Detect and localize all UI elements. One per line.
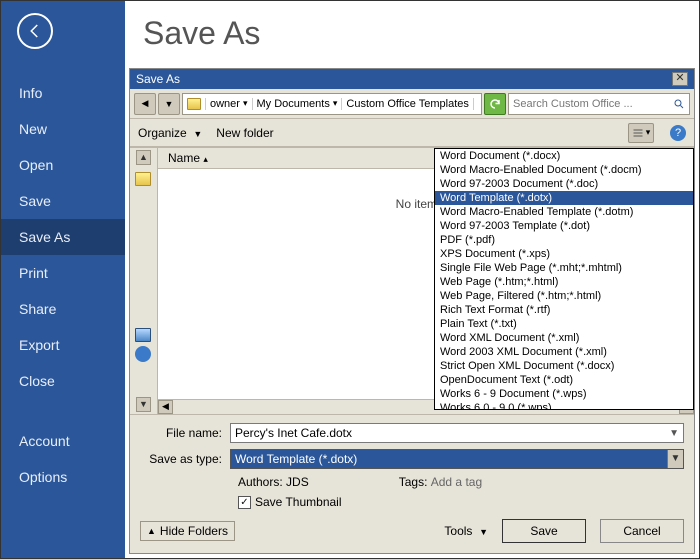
back-button[interactable] <box>17 13 53 49</box>
filetype-option[interactable]: Word Macro-Enabled Template (*.dotm) <box>435 205 693 219</box>
save-thumbnail-checkbox[interactable]: ✓ <box>238 496 251 509</box>
tags-label: Tags: <box>399 475 428 489</box>
search-icon <box>673 98 685 110</box>
folder-icon <box>135 172 151 186</box>
scroll-left-button[interactable]: ◀ <box>158 400 173 414</box>
main-panel: Save As Save As ✕ ◀ ▼ owner ▾ My Documen… <box>125 1 699 558</box>
file-list: Name ▴ No items m Word Document (*.docx)… <box>158 148 694 414</box>
sidebar-item-print[interactable]: Print <box>1 255 125 291</box>
refresh-button[interactable] <box>484 93 506 115</box>
filetype-option[interactable]: Word 2003 XML Document (*.xml) <box>435 345 693 359</box>
arrow-left-icon <box>26 22 44 40</box>
sidebar-item-open[interactable]: Open <box>1 147 125 183</box>
chevron-down-icon[interactable]: ▼ <box>667 450 683 468</box>
toolbar: Organize ▼ New folder ▾ ? <box>130 119 694 147</box>
authors-value[interactable]: JDS <box>286 475 309 489</box>
search-placeholder: Search Custom Office ... <box>513 98 633 110</box>
filetype-dropdown-list[interactable]: Word Document (*.docx)Word Macro-Enabled… <box>434 148 694 410</box>
dialog-form: File name: Percy's Inet Cafe.dotx ▼ Save… <box>130 414 694 553</box>
saveastype-label: Save as type: <box>140 452 230 466</box>
filetype-option[interactable]: Word Document (*.docx) <box>435 149 693 163</box>
filetype-option[interactable]: Strict Open XML Document (*.docx) <box>435 359 693 373</box>
refresh-icon <box>489 98 501 110</box>
filetype-option[interactable]: Works 6.0 - 9.0 (*.wps) <box>435 401 693 410</box>
globe-icon <box>135 346 151 362</box>
backstage-sidebar: Info New Open Save Save As Print Share E… <box>1 1 125 558</box>
chevron-down-icon: ▼ <box>479 527 488 537</box>
filetype-option[interactable]: Word 97-2003 Template (*.dot) <box>435 219 693 233</box>
chevron-down-icon: ▼ <box>193 129 202 139</box>
breadcrumb-bar[interactable]: owner ▾ My Documents ▾ Custom Office Tem… <box>182 93 482 115</box>
filetype-option[interactable]: Word Macro-Enabled Document (*.docm) <box>435 163 693 177</box>
nav-back-button[interactable]: ◀ <box>134 93 156 115</box>
breadcrumb-seg[interactable]: owner ▾ <box>206 98 253 110</box>
file-area: ▲ ▼ Name ▴ No items m Word Document (*.d… <box>130 147 694 414</box>
sidebar-item-new[interactable]: New <box>1 111 125 147</box>
chevron-up-icon: ▲ <box>147 526 156 536</box>
new-folder-button[interactable]: New folder <box>216 126 273 140</box>
filetype-option[interactable]: Word XML Document (*.xml) <box>435 331 693 345</box>
sidebar-item-close[interactable]: Close <box>1 363 125 399</box>
view-icon <box>632 127 644 139</box>
chevron-down-icon[interactable]: ▼ <box>669 428 679 439</box>
nav-recent-button[interactable]: ▼ <box>158 93 180 115</box>
breadcrumb-seg[interactable]: My Documents ▾ <box>253 98 343 110</box>
filetype-option[interactable]: OpenDocument Text (*.odt) <box>435 373 693 387</box>
filetype-option[interactable]: PDF (*.pdf) <box>435 233 693 247</box>
filetype-option[interactable]: Web Page (*.htm;*.html) <box>435 275 693 289</box>
chevron-down-icon: ▼ <box>165 99 174 109</box>
filename-input[interactable]: Percy's Inet Cafe.dotx ▼ <box>230 423 684 443</box>
filetype-option[interactable]: XPS Document (*.xps) <box>435 247 693 261</box>
cancel-button[interactable]: Cancel <box>600 519 684 543</box>
sidebar-item-save-as[interactable]: Save As <box>1 219 125 255</box>
dialog-navbar: ◀ ▼ owner ▾ My Documents ▾ Custom Office… <box>130 89 694 119</box>
authors-label: Authors: <box>238 475 283 489</box>
help-button[interactable]: ? <box>670 125 686 141</box>
filename-label: File name: <box>140 426 230 440</box>
scroll-up-button[interactable]: ▲ <box>136 150 151 165</box>
dialog-titlebar: Save As ✕ <box>130 69 694 89</box>
filetype-option[interactable]: Word 97-2003 Document (*.doc) <box>435 177 693 191</box>
sidebar-item-export[interactable]: Export <box>1 327 125 363</box>
filetype-option[interactable]: Single File Web Page (*.mht;*.mhtml) <box>435 261 693 275</box>
folder-tree[interactable]: ▲ ▼ <box>130 148 158 414</box>
tags-input[interactable]: Add a tag <box>431 475 482 489</box>
sidebar-item-account[interactable]: Account <box>1 423 125 459</box>
dialog-title: Save As <box>136 72 180 86</box>
save-button[interactable]: Save <box>502 519 586 543</box>
view-options-button[interactable]: ▾ <box>628 123 654 143</box>
filetype-option[interactable]: Works 6 - 9 Document (*.wps) <box>435 387 693 401</box>
search-input[interactable]: Search Custom Office ... <box>508 93 690 115</box>
save-thumbnail-label: Save Thumbnail <box>255 495 342 509</box>
save-as-dialog: Save As ✕ ◀ ▼ owner ▾ My Documents ▾ Cus… <box>129 68 695 554</box>
sidebar-item-options[interactable]: Options <box>1 459 125 495</box>
chevron-left-icon: ◀ <box>142 98 149 109</box>
close-button[interactable]: ✕ <box>672 72 688 86</box>
filetype-option[interactable]: Plain Text (*.txt) <box>435 317 693 331</box>
breadcrumb-seg[interactable]: Custom Office Templates <box>342 98 473 110</box>
sidebar-item-share[interactable]: Share <box>1 291 125 327</box>
folder-icon <box>187 98 201 110</box>
page-title: Save As <box>125 1 699 68</box>
organize-menu[interactable]: Organize ▼ <box>138 126 202 140</box>
computer-icon <box>135 328 151 342</box>
scroll-down-button[interactable]: ▼ <box>136 397 151 412</box>
sidebar-item-save[interactable]: Save <box>1 183 125 219</box>
hide-folders-button[interactable]: ▲ Hide Folders <box>140 521 235 541</box>
saveastype-select[interactable]: Word Template (*.dotx) ▼ <box>230 449 684 469</box>
tools-menu[interactable]: Tools ▼ <box>444 524 488 538</box>
sidebar-item-info[interactable]: Info <box>1 75 125 111</box>
filetype-option[interactable]: Rich Text Format (*.rtf) <box>435 303 693 317</box>
help-icon: ? <box>675 127 681 139</box>
filetype-option[interactable]: Word Template (*.dotx) <box>435 191 693 205</box>
filetype-option[interactable]: Web Page, Filtered (*.htm;*.html) <box>435 289 693 303</box>
